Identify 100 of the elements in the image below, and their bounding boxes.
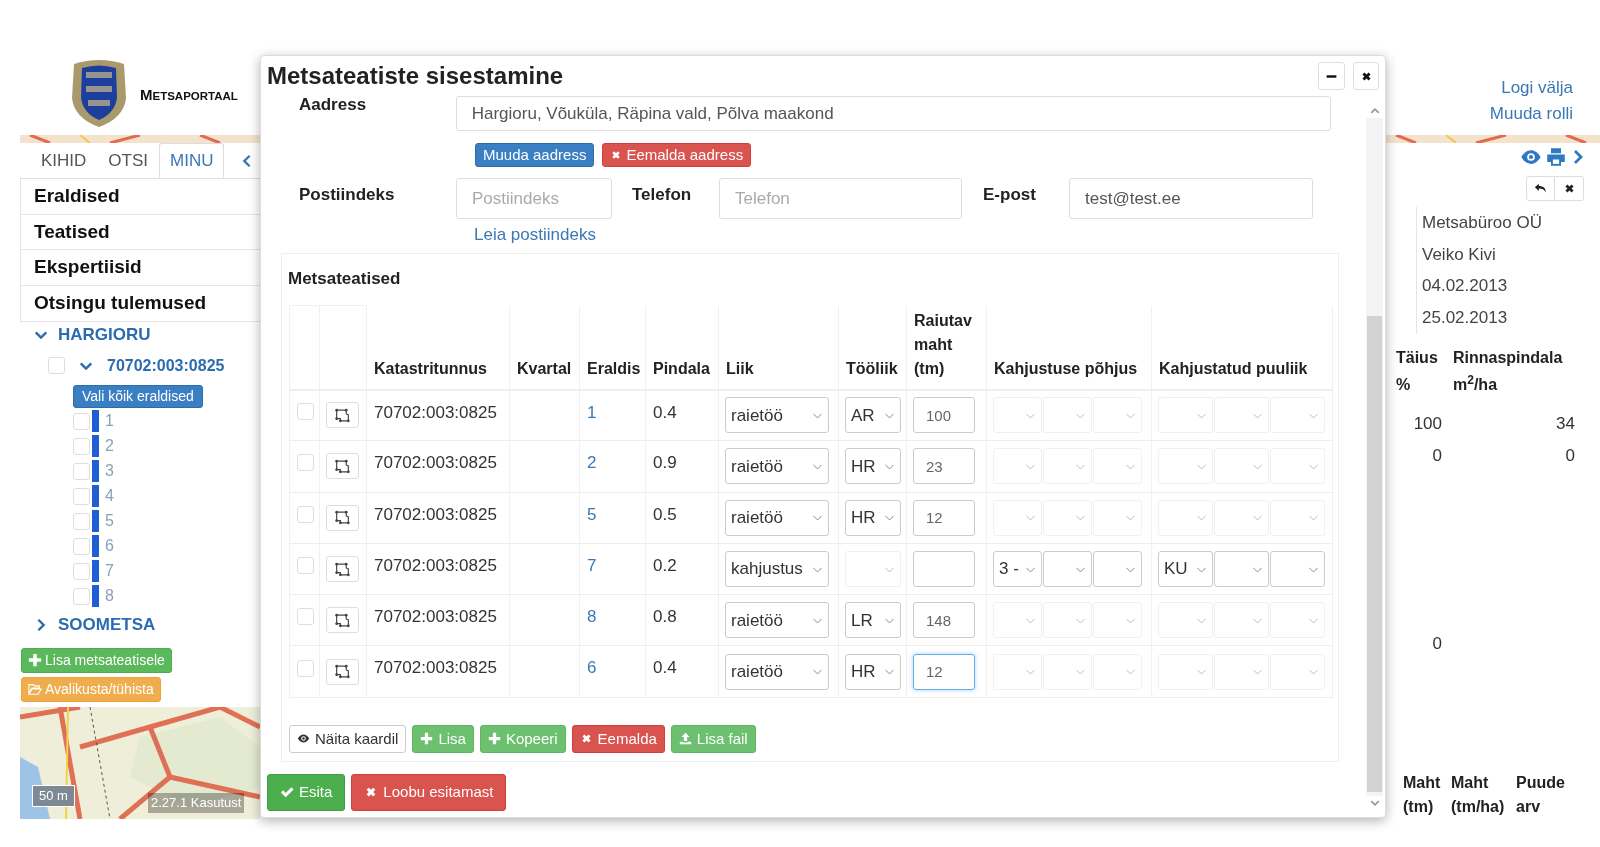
- polygon-button[interactable]: [326, 453, 359, 480]
- input-field[interactable]: 148: [913, 602, 975, 639]
- input-field[interactable]: Postiindeks: [456, 178, 612, 219]
- minimize-button[interactable]: [1318, 62, 1345, 90]
- polygon-button[interactable]: [326, 607, 359, 634]
- dropdown[interactable]: kahjustus: [725, 551, 829, 588]
- address-button[interactable]: Muuda aadress: [475, 143, 595, 167]
- scrollbar-thumb[interactable]: [1367, 316, 1382, 792]
- plus-icon: [487, 732, 501, 746]
- sidebar-item[interactable]: Eraldised: [20, 179, 260, 215]
- table-link[interactable]: 2: [587, 453, 597, 473]
- table-button[interactable]: Näita kaardil: [289, 724, 407, 753]
- polygon-button[interactable]: [326, 504, 359, 531]
- dropdown[interactable]: AR: [845, 397, 901, 434]
- dropdown[interactable]: HR: [845, 499, 901, 536]
- table-cell: 0.9: [653, 453, 677, 473]
- address-button[interactable]: Eemalda aadress: [602, 143, 752, 167]
- tree-node[interactable]: 5: [105, 509, 114, 534]
- eye-icon: [297, 732, 310, 746]
- dropdown[interactable]: [1043, 551, 1092, 588]
- checkbox[interactable]: [73, 437, 90, 455]
- link[interactable]: Logi välja: [1501, 77, 1573, 99]
- dropdown[interactable]: raietöö: [725, 653, 829, 690]
- tree-node[interactable]: 70702:003:0825: [107, 353, 225, 378]
- checkbox[interactable]: [73, 512, 90, 530]
- checkbox[interactable]: [73, 487, 90, 505]
- input-field[interactable]: 23: [913, 448, 975, 485]
- checkbox[interactable]: [297, 454, 314, 472]
- checkbox[interactable]: [48, 357, 65, 375]
- toolbar-button[interactable]: [1546, 147, 1566, 167]
- table-button[interactable]: Eemalda: [571, 724, 665, 753]
- footer-button[interactable]: Loobu esitamast: [351, 773, 507, 811]
- sidebar-item[interactable]: Otsingu tulemused: [20, 286, 260, 322]
- tree-node[interactable]: 2: [105, 434, 114, 459]
- link[interactable]: Leia postiindeks: [474, 225, 596, 244]
- tree-node[interactable]: HARGIORU: [58, 322, 151, 348]
- dropdown[interactable]: HR: [845, 653, 901, 690]
- dropdown[interactable]: [1214, 551, 1269, 588]
- info-text: Veiko Kivi: [1422, 243, 1497, 266]
- dropdown[interactable]: LR: [845, 602, 901, 639]
- checkbox[interactable]: [297, 557, 314, 575]
- dropdown[interactable]: [1093, 551, 1142, 588]
- dropdown[interactable]: raietöö: [725, 397, 829, 434]
- polygon-button[interactable]: [326, 556, 359, 583]
- dropdown[interactable]: 3 -: [993, 551, 1042, 588]
- dropdown[interactable]: [1270, 551, 1325, 588]
- scrollbar[interactable]: [1366, 118, 1383, 796]
- input-field[interactable]: 100: [913, 397, 975, 434]
- undo-button[interactable]: [1526, 176, 1555, 201]
- tree-node[interactable]: SOOMETSA: [58, 612, 156, 638]
- checkbox[interactable]: [73, 587, 90, 605]
- polygon-button[interactable]: [326, 402, 359, 429]
- checkbox[interactable]: [73, 562, 90, 580]
- input-field[interactable]: test@test.ee: [1069, 178, 1313, 219]
- polygon-icon: [334, 406, 351, 424]
- footer-button[interactable]: Esita: [267, 773, 346, 811]
- checkbox[interactable]: [297, 505, 314, 523]
- tree-node[interactable]: 6: [105, 534, 114, 559]
- tab[interactable]: MINU: [159, 143, 225, 178]
- polygon-icon: [334, 457, 351, 475]
- input-field[interactable]: Telefon: [719, 178, 962, 219]
- close-button[interactable]: [1555, 176, 1584, 201]
- tree-node[interactable]: 1: [105, 409, 114, 434]
- table-link[interactable]: 5: [587, 504, 597, 524]
- checkbox[interactable]: [73, 537, 90, 555]
- table-link[interactable]: 7: [587, 555, 597, 575]
- checkbox[interactable]: [297, 659, 314, 677]
- checkbox[interactable]: [297, 608, 314, 626]
- checkbox[interactable]: [73, 412, 90, 430]
- dropdown[interactable]: raietöö: [725, 602, 829, 639]
- info-text: 25.02.2013: [1422, 307, 1509, 330]
- dropdown[interactable]: HR: [845, 448, 901, 485]
- close-button[interactable]: [1353, 62, 1379, 90]
- tree-node[interactable]: 8: [105, 584, 114, 609]
- sidebar-item[interactable]: Ekspertiisid: [20, 250, 260, 287]
- select-all-button[interactable]: Vali kõik eraldised: [73, 384, 203, 408]
- sidebar-item[interactable]: Teatised: [20, 214, 260, 251]
- table-link[interactable]: 8: [587, 607, 597, 627]
- table-link[interactable]: 1: [587, 402, 597, 422]
- input-field[interactable]: [913, 551, 975, 588]
- input-field[interactable]: Hargioru, Võuküla, Räpina vald, Põlva maakond: [455, 96, 1331, 131]
- table-cell: 0.5: [653, 504, 677, 524]
- link[interactable]: Muuda rolli: [1489, 103, 1573, 125]
- table-link[interactable]: 6: [587, 658, 597, 678]
- tree-node[interactable]: 4: [105, 484, 114, 509]
- polygon-button[interactable]: [326, 658, 359, 685]
- tree-node[interactable]: 3: [105, 459, 114, 484]
- tab[interactable]: OTSI: [97, 143, 159, 178]
- column-header: Kahjustatud puuliik: [1159, 359, 1308, 377]
- dropdown[interactable]: KU: [1158, 551, 1213, 588]
- info-text: 04.02.2013: [1422, 275, 1509, 298]
- checkbox[interactable]: [297, 403, 314, 421]
- dropdown[interactable]: raietöö: [725, 448, 829, 485]
- input-field[interactable]: 12: [913, 499, 975, 536]
- checkbox[interactable]: [73, 462, 90, 480]
- column-header: Täius %: [1396, 347, 1439, 395]
- input-field[interactable]: 12: [913, 653, 975, 690]
- upload-icon: [678, 732, 692, 746]
- tab[interactable]: KIHID: [30, 143, 98, 178]
- dropdown[interactable]: raietöö: [725, 499, 829, 536]
